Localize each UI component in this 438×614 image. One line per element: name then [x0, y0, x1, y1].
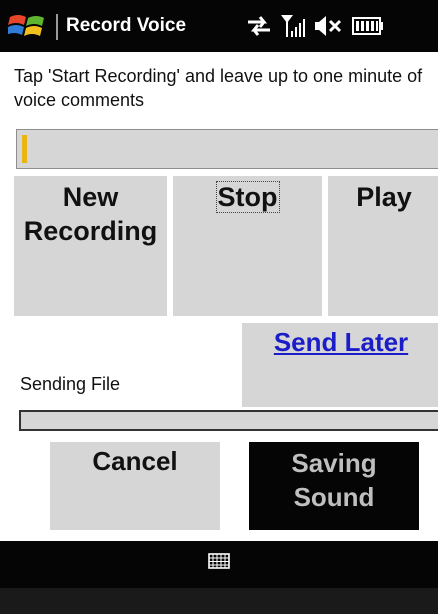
- instruction-text: Tap 'Start Recording' and leave up to on…: [14, 66, 423, 110]
- battery-icon: [352, 17, 383, 35]
- sync-arrows-icon: [248, 16, 270, 36]
- comment-text-field[interactable]: [16, 129, 438, 169]
- text-caret: [22, 135, 27, 163]
- title-bar: Record Voice: [0, 0, 438, 52]
- cancel-button[interactable]: Cancel: [50, 442, 220, 530]
- keyboard-icon[interactable]: [208, 553, 230, 574]
- start-button[interactable]: [6, 11, 48, 41]
- signal-strength-icon: [281, 15, 305, 37]
- stop-button[interactable]: Stop: [173, 176, 322, 316]
- soft-key-bar: [0, 541, 438, 614]
- send-later-button[interactable]: Send Later: [242, 323, 438, 407]
- app-title: Record Voice: [66, 15, 187, 36]
- windows-logo-icon: [6, 15, 44, 36]
- status-icons[interactable]: [246, 13, 384, 39]
- speaker-muted-icon: [315, 16, 342, 36]
- bottom-strip: [0, 588, 438, 614]
- sending-progress-bar: [19, 410, 438, 431]
- saving-sound-button[interactable]: Saving Sound: [249, 442, 419, 530]
- title-separator: [56, 14, 58, 40]
- send-later-link[interactable]: Send Later: [274, 327, 408, 357]
- play-button[interactable]: Play: [328, 176, 438, 316]
- new-recording-button[interactable]: New Recording: [14, 176, 167, 316]
- stop-button-label: Stop: [215, 181, 280, 213]
- sending-file-label: Sending File: [20, 374, 121, 394]
